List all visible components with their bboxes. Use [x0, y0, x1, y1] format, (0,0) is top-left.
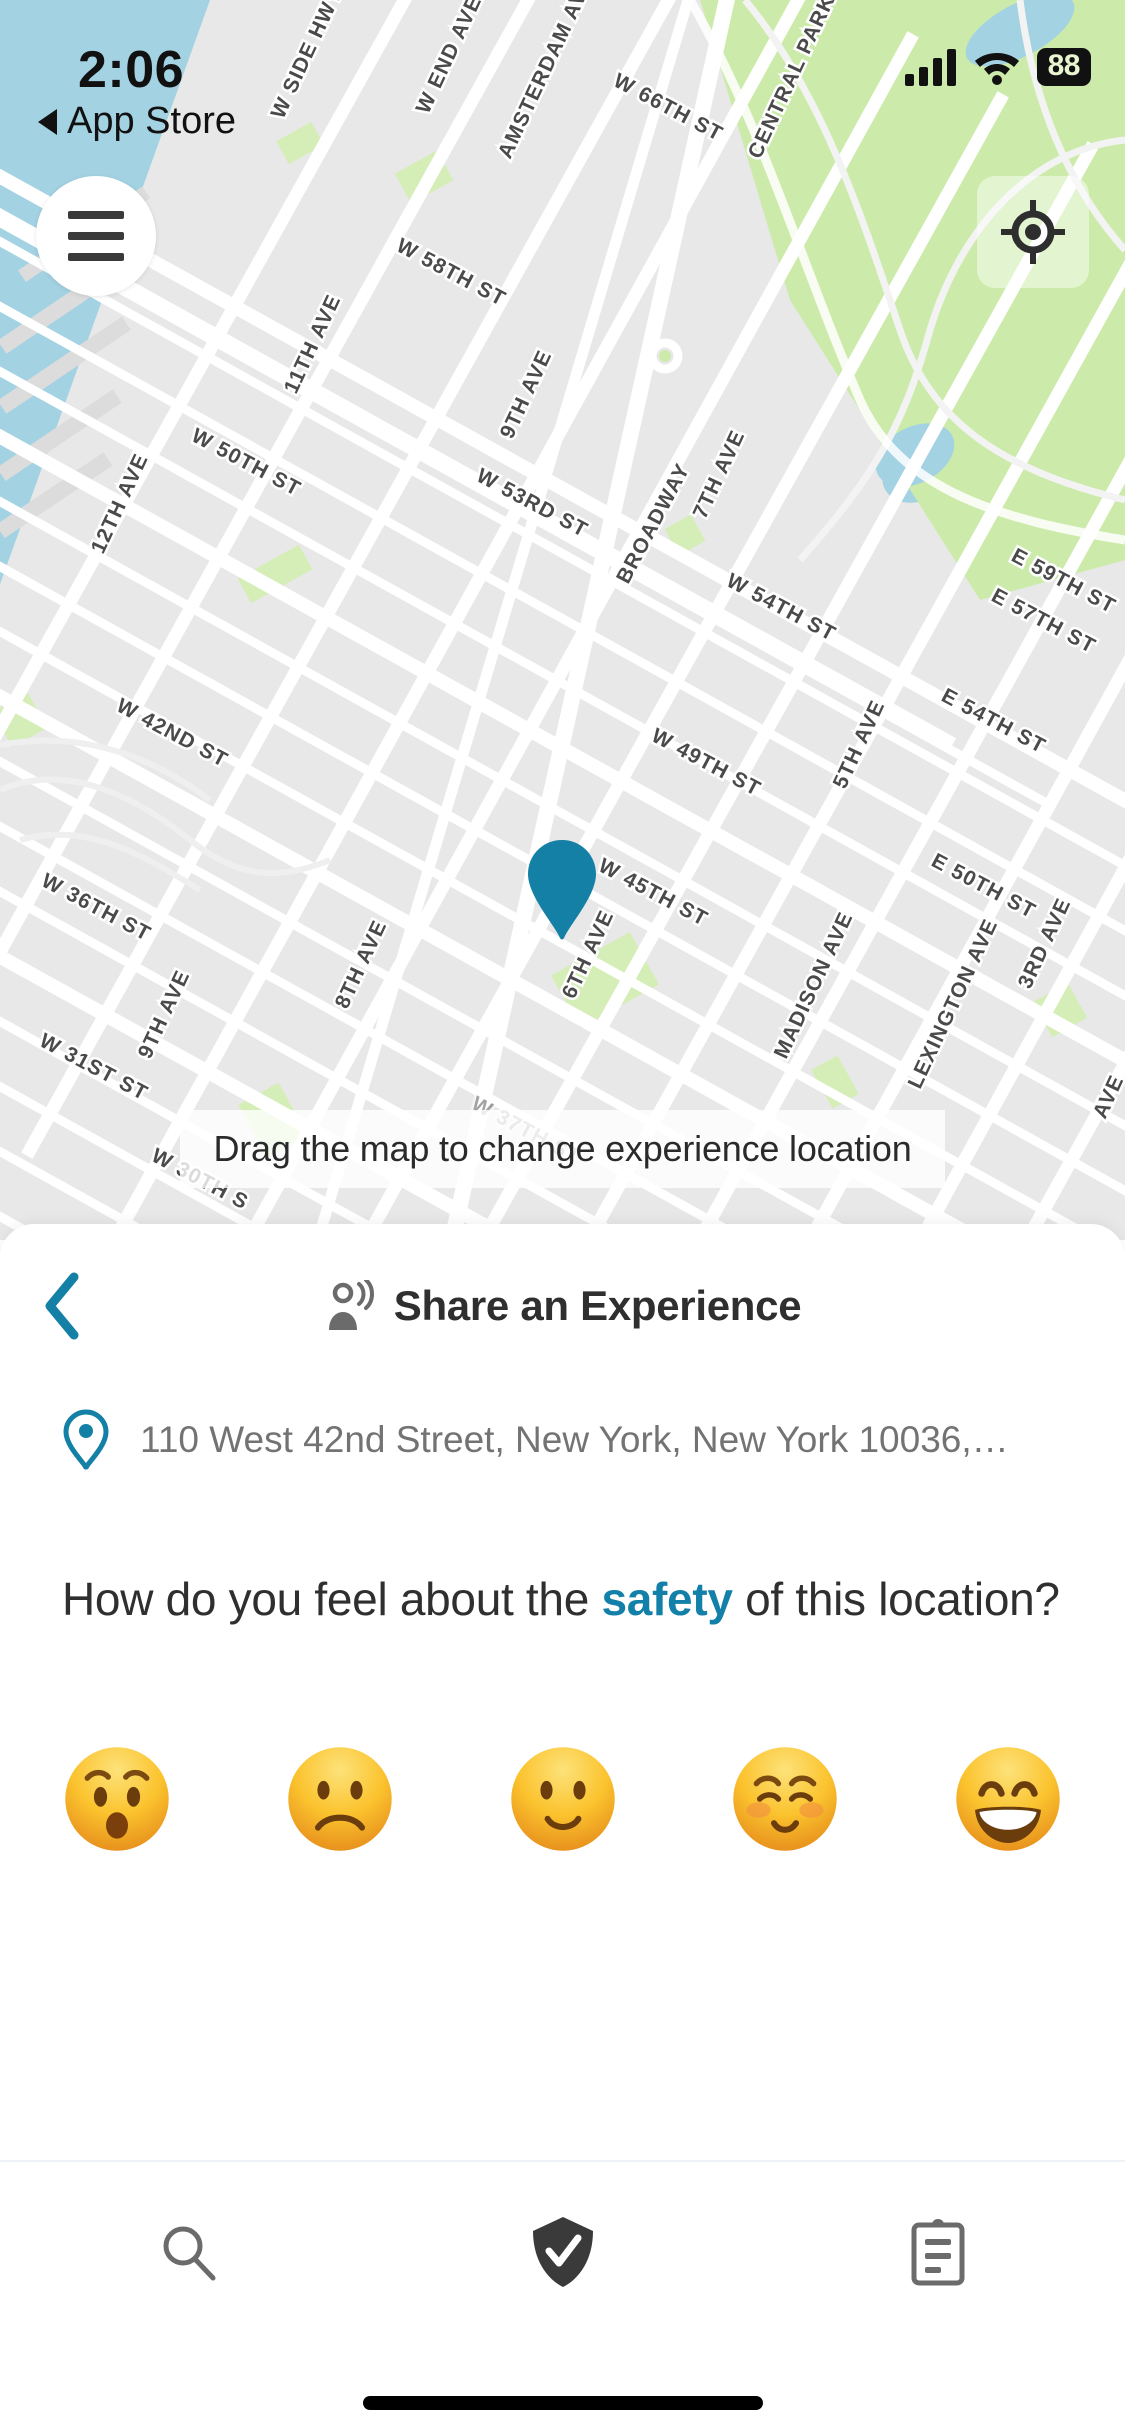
shield-check-icon — [532, 2217, 593, 2287]
rating-relieved[interactable] — [730, 1744, 840, 1854]
map-drag-banner: Drag the map to change experience locati… — [180, 1110, 945, 1188]
rating-fearful[interactable] — [62, 1744, 172, 1854]
experience-address-text: 110 West 42nd Street, New York, New York… — [140, 1419, 1009, 1460]
tab-list — [0, 2162, 1125, 2342]
rating-neutral[interactable] — [508, 1744, 618, 1854]
status-bar-clock: 2:06 — [78, 41, 185, 99]
hamburger-bar-3 — [68, 253, 124, 261]
map-drag-banner-text: Drag the map to change experience locati… — [213, 1128, 912, 1169]
tab-safety[interactable] — [375, 2162, 750, 2342]
hamburger-bar-2 — [68, 232, 124, 240]
sheet-header: Share an Experience — [0, 1224, 1125, 1382]
phone-screen: .st { font-family:"Liberation Sans", san… — [0, 0, 1125, 2436]
wifi-icon — [974, 53, 1019, 85]
status-bar-indicators: 88 — [904, 48, 1091, 86]
map-canvas[interactable]: .st { font-family:"Liberation Sans", san… — [0, 0, 1125, 1240]
tab-reports[interactable] — [750, 2162, 1125, 2342]
status-bar: 2:06 App Store 88 — [0, 0, 1125, 145]
hamburger-bar-1 — [68, 211, 124, 219]
safety-rating-scale — [62, 1744, 1063, 1854]
question-highlight: safety — [601, 1573, 733, 1625]
sheet-title-group: Share an Experience — [0, 1266, 1125, 1346]
safety-question: How do you feel about the safety of this… — [62, 1569, 1062, 1630]
bottom-tab-bar — [0, 2160, 1125, 2436]
cellular-bars-icon — [904, 49, 956, 86]
experience-address-row[interactable]: 110 West 42nd Street, New York, New York… — [0, 1409, 1125, 1471]
location-pin-icon — [60, 1409, 112, 1471]
battery-indicator: 88 — [1036, 48, 1091, 86]
crosshair-glyph — [1001, 200, 1065, 264]
share-experience-sheet: Share an Experience 110 West 42nd Street… — [0, 1224, 1125, 2436]
page-title: Share an Experience — [393, 1282, 802, 1329]
clipboard-list-icon — [911, 2219, 964, 2286]
back-to-app-store-label: App Store — [67, 100, 236, 142]
rating-frowning[interactable] — [285, 1744, 395, 1854]
tab-search[interactable] — [0, 2162, 375, 2342]
rating-grinning[interactable] — [953, 1744, 1063, 1854]
map-graphic: .st { font-family:"Liberation Sans", san… — [0, 0, 1125, 1240]
triangle-left-icon — [38, 108, 57, 135]
map-pin-marker — [528, 840, 596, 940]
question-part-before: How do you feel about the — [62, 1573, 602, 1625]
search-icon — [163, 2226, 215, 2281]
person-broadcast-icon — [328, 1280, 374, 1330]
hamburger-menu-icon[interactable] — [36, 176, 156, 296]
back-to-app-store-button[interactable]: App Store — [38, 100, 236, 143]
question-part-after: of this location? — [732, 1573, 1060, 1625]
locate-crosshair-icon[interactable] — [977, 176, 1089, 288]
home-indicator — [362, 2396, 763, 2410]
